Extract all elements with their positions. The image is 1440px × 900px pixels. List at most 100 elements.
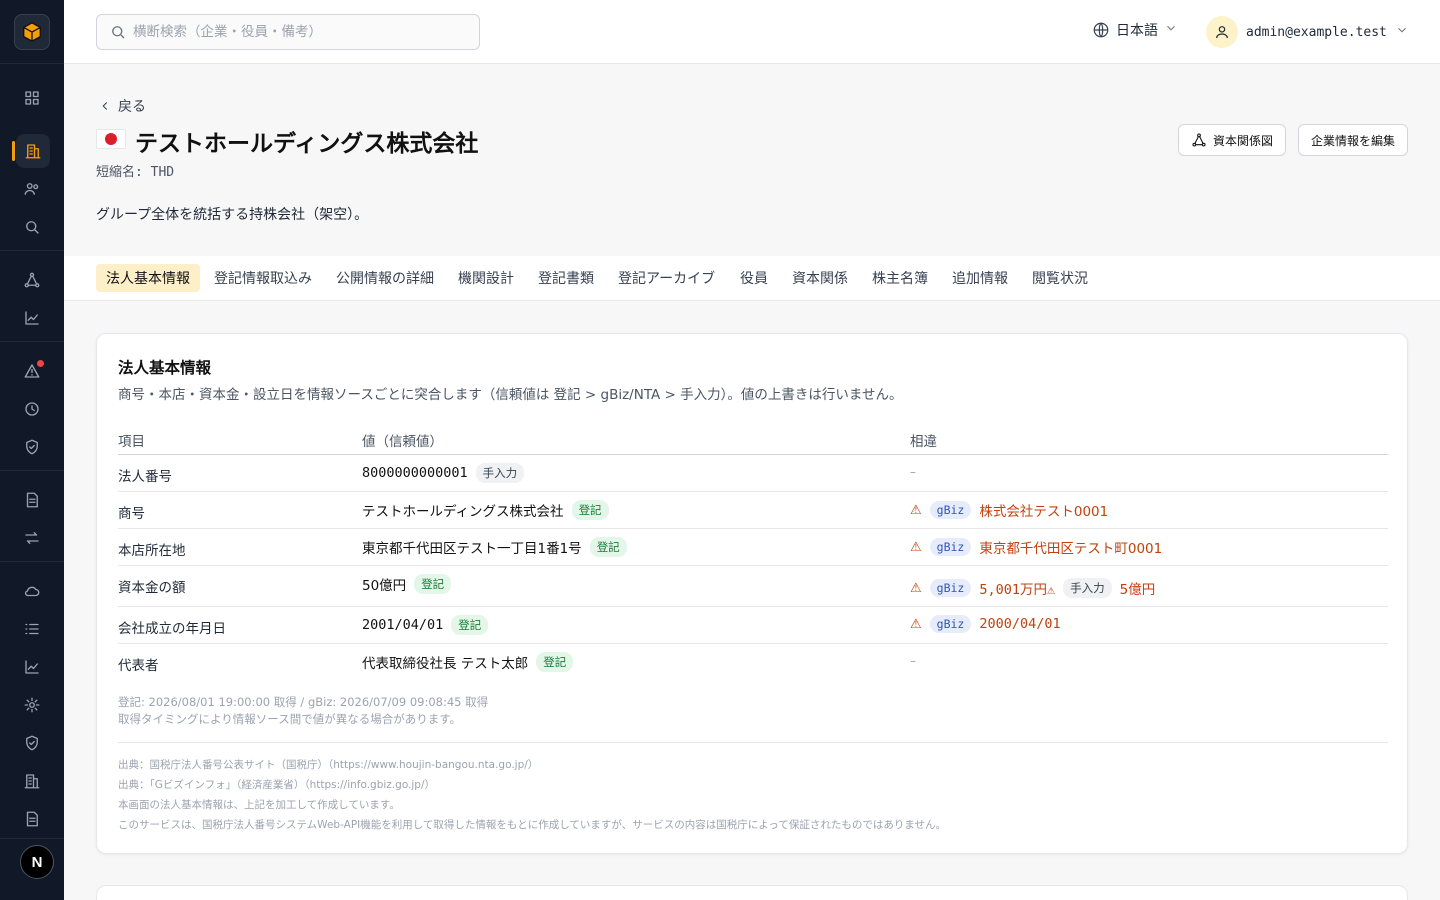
table-header-divider [118,454,1388,455]
value-text: 50億円 [362,578,407,594]
source-badge: 登記 [571,500,609,520]
row-divider [118,528,1388,529]
row-label: 法人番号 [118,469,172,485]
settings-icon[interactable] [20,693,44,717]
tab-officers[interactable]: 役員 [730,264,778,292]
chart-icon[interactable] [20,306,44,330]
framework-badge-icon[interactable]: N [20,845,54,879]
company-description: グループ全体を統括する持株会社（架空）。 [96,207,369,223]
row-value: 50億円 登記 [362,574,452,594]
back-label: 戻る [118,99,146,115]
diff-cell: ⚠ gBiz 株式会社テスト0001 [910,500,1108,520]
source-line: 出典：「Gビズインフォ」（経済産業省）（https://info.gbiz.go… [118,779,436,791]
list-icon[interactable] [20,617,44,641]
transfer-icon[interactable] [20,526,44,550]
shield-check-icon[interactable] [20,435,44,459]
col-header-value: 値（信頼値） [362,434,443,450]
edit-company-button[interactable]: 企業情報を編集 [1298,124,1409,156]
tab-basic-info[interactable]: 法人基本情報 [96,264,200,292]
source-badge: 登記 [536,652,574,672]
sidebar-divider [0,63,64,64]
history-icon[interactable] [20,397,44,421]
japan-flag-icon [96,129,126,149]
source-badge: 手入力 [475,463,525,483]
tab-additional[interactable]: 追加情報 [942,264,1018,292]
card-title: 法人基本情報 [118,359,212,377]
row-label: 資本金の額 [118,580,186,596]
capital-diagram-label: 資本関係図 [1213,133,1274,148]
app-logo-icon[interactable] [14,14,50,50]
value-text: テストホールディングス株式会社 [362,504,564,520]
tab-capital[interactable]: 資本関係 [782,264,858,292]
diff-value: 東京都千代田区テスト町0001 [979,541,1163,557]
value-text: 8000000000001 [362,465,468,481]
diff-value: 5,001万円⚠ [979,582,1056,598]
row-divider [118,491,1388,492]
capital-network-icon[interactable] [20,268,44,292]
value-text: 代表取締役社長 テスト太郎 [362,656,529,672]
sidebar-divider [0,838,64,839]
language-selector[interactable]: 日本語 [1092,20,1178,40]
chevron-down-icon [1395,23,1409,41]
back-link[interactable]: 戻る [98,96,146,116]
search-input[interactable] [133,24,463,40]
col-header-item: 項目 [118,434,145,450]
user-menu[interactable]: admin@example.test [1206,16,1409,48]
tab-governance[interactable]: 機関設計 [448,264,524,292]
no-diff: – [910,654,916,668]
row-divider [118,606,1388,607]
row-label: 商号 [118,506,145,522]
page-title: テストホールディングス株式会社 [135,131,479,157]
user-email: admin@example.test [1246,24,1387,40]
building-icon[interactable] [20,769,44,793]
diff-value: 2000/04/01 [979,616,1061,632]
sidebar-divider [0,561,64,562]
cloud-icon[interactable] [20,579,44,603]
warning-icon: ⚠ [910,616,922,632]
capital-diagram-button[interactable]: 資本関係図 [1178,124,1287,156]
tab-bar: 法人基本情報 登記情報取込み 公開情報の詳細 機関設計 登記書類 登記アーカイブ… [64,256,1440,301]
companies-icon[interactable] [16,134,50,168]
short-name: 短縮名: THD [96,165,175,180]
source-badge: gBiz [929,538,972,556]
security-icon[interactable] [20,731,44,755]
source-badge: gBiz [929,501,972,519]
document-icon[interactable] [20,488,44,512]
diff-cell: ⚠ gBiz 東京都千代田区テスト町0001 [910,537,1162,557]
officers-icon[interactable] [20,177,44,201]
tab-registry-docs[interactable]: 登記書類 [528,264,604,292]
search-icon[interactable] [20,215,44,239]
tab-shareholders[interactable]: 株主名簿 [862,264,938,292]
globe-icon [1093,22,1109,38]
diff-cell: ⚠ gBiz 5,001万円⚠ 手入力 5億円 [910,578,1155,598]
source-badge: 登記 [589,537,627,557]
warning-icon: ⚠ [910,502,922,518]
sidebar-active-indicator [12,141,15,161]
card-subtitle: 商号・本店・資本金・設立日を情報ソースごとに突合します（信頼値は 登記 > gB… [118,387,903,403]
network-icon [1192,133,1206,147]
row-divider [118,565,1388,566]
analytics-icon[interactable] [20,655,44,679]
row-label: 代表者 [118,658,159,674]
tab-registry-archive[interactable]: 登記アーカイブ [608,264,725,292]
sidebar-divider [0,250,64,251]
tab-registry-import[interactable]: 登記情報取込み [204,264,322,292]
col-header-diff: 相違 [910,434,937,450]
report-icon[interactable] [20,807,44,831]
warning-icon: ⚠ [910,580,922,596]
row-value: 8000000000001 手入力 [362,463,525,483]
source-badge: 登記 [414,574,452,594]
warning-icon: ⚠ [910,539,922,555]
tab-access-status[interactable]: 閲覧状況 [1022,264,1098,292]
notification-dot [37,360,44,367]
dashboard-icon[interactable] [20,86,44,110]
diff-value: 5億円 [1119,582,1156,598]
source-line: 本画面の法人基本情報は、上記を加工して作成しています。 [118,799,400,811]
next-card [96,885,1408,900]
basic-info-card: 法人基本情報 商号・本店・資本金・設立日を情報ソースごとに突合します（信頼値は … [96,333,1408,854]
value-text: 2001/04/01 [362,617,444,633]
row-value: 東京都千代田区テスト一丁目1番1号 登記 [362,537,627,557]
tab-public-info[interactable]: 公開情報の詳細 [326,264,444,292]
search-box[interactable] [96,14,480,50]
source-badge: 手入力 [1063,578,1112,598]
